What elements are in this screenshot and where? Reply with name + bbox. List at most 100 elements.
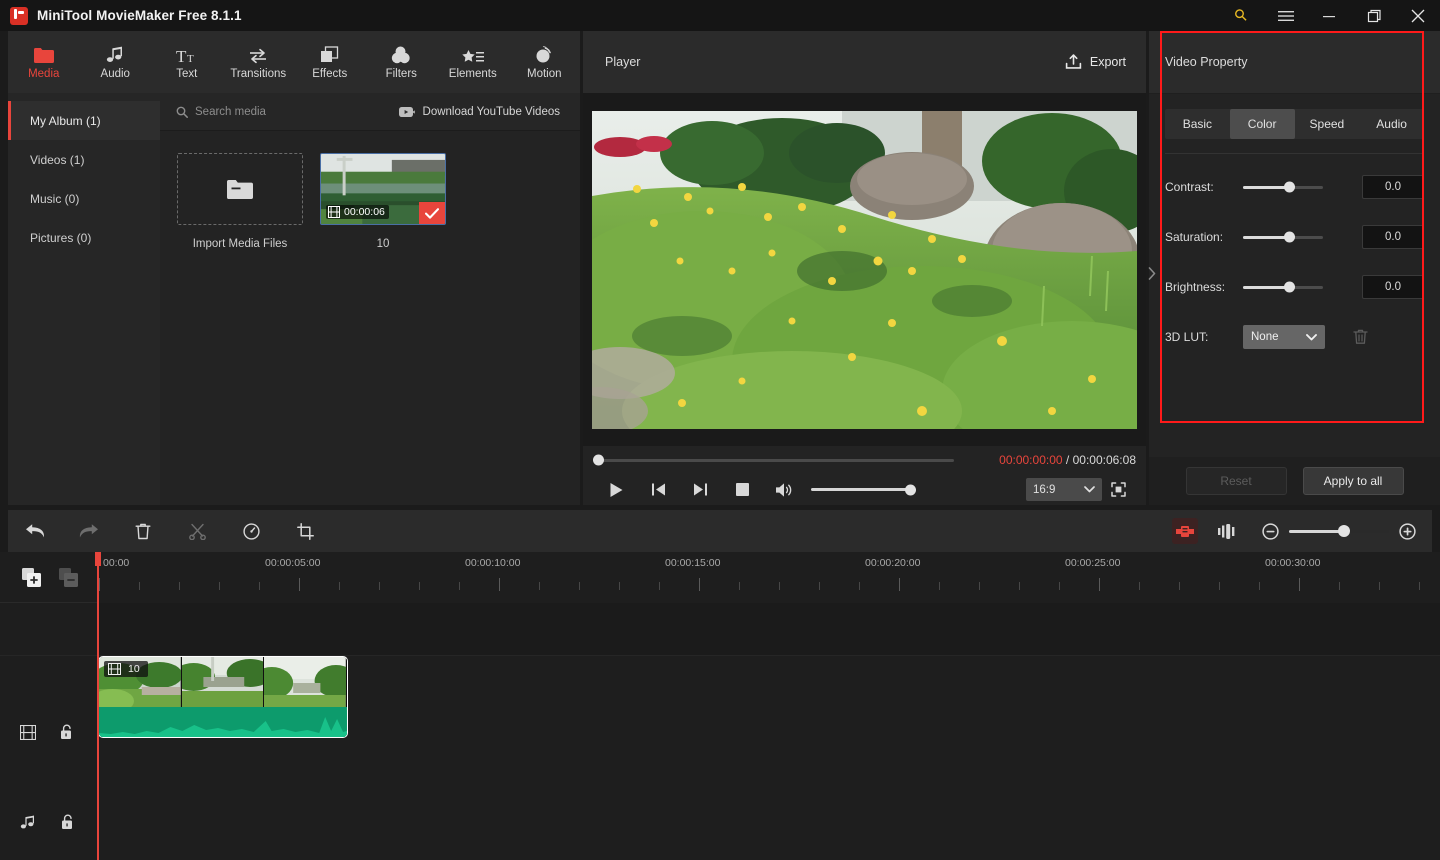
delete-lut-button[interactable]: [1353, 329, 1368, 345]
ruler-label: 00:00:15:00: [665, 557, 721, 569]
zoom-slider[interactable]: [1289, 525, 1389, 537]
audio-track-lock-button[interactable]: [61, 814, 75, 830]
video-property-panel: Video Property Basic Color Speed Audio C: [1149, 31, 1440, 505]
player-panel: Player Export 00:00:00:00 / 00:00:06:08 …: [583, 31, 1146, 505]
split-icon[interactable]: [170, 510, 224, 552]
lut-row: 3D LUT: None: [1165, 324, 1424, 350]
video-track-lock-button[interactable]: [60, 724, 74, 740]
playhead[interactable]: [97, 552, 99, 860]
brightness-row: Brightness: 0.0: [1165, 274, 1424, 300]
brightness-value[interactable]: 0.0: [1362, 275, 1424, 299]
tab-label: Filters: [385, 68, 417, 80]
aspect-ratio-select[interactable]: 16:9: [1026, 478, 1102, 501]
timecode-display: 00:00:00:00 / 00:00:06:08: [999, 453, 1136, 467]
sidebar-item-pictures[interactable]: Pictures (0): [8, 218, 160, 257]
zoom-out-button[interactable]: [1262, 522, 1279, 540]
ruler-tick-major: [299, 578, 300, 591]
contrast-value[interactable]: 0.0: [1362, 175, 1424, 199]
media-item[interactable]: 00:00:06 10: [320, 153, 446, 250]
saturation-value[interactable]: 0.0: [1362, 225, 1424, 249]
brightness-slider[interactable]: [1243, 281, 1323, 293]
tab-audio[interactable]: Audio: [1359, 109, 1424, 139]
export-button[interactable]: Export: [1065, 54, 1126, 70]
play-button[interactable]: [595, 474, 637, 505]
key-icon[interactable]: ⚲: [1220, 0, 1264, 31]
slider-fill: [1243, 235, 1289, 239]
aspect-ratio-value: 16:9: [1033, 483, 1056, 496]
stop-button[interactable]: [721, 474, 763, 505]
download-youtube-videos-button[interactable]: Download YouTube Videos: [398, 105, 560, 118]
ruler-tick-minor: [139, 582, 140, 590]
crop-icon[interactable]: [278, 510, 332, 552]
import-media-cell[interactable]: Import Media Files: [177, 153, 303, 250]
category-label: Videos (1): [30, 152, 85, 167]
ruler-label: 00:00:05:00: [265, 557, 321, 569]
seek-slider[interactable]: [593, 454, 954, 466]
next-frame-button[interactable]: [679, 474, 721, 505]
app-logo-icon: [10, 6, 28, 25]
import-media-dropzone[interactable]: [177, 153, 303, 225]
previous-frame-button[interactable]: [637, 474, 679, 505]
media-thumbnail[interactable]: 00:00:06: [320, 153, 446, 225]
empty-track-lane[interactable]: [97, 603, 1440, 655]
playhead-handle[interactable]: [95, 552, 101, 566]
slider-handle[interactable]: [1284, 281, 1295, 293]
reset-button[interactable]: Reset: [1185, 467, 1287, 495]
tab-elements[interactable]: Elements: [437, 31, 509, 93]
title-bar: MiniTool MovieMaker Free 8.1.1 ⚲: [0, 0, 1440, 31]
volume-slider[interactable]: [811, 484, 916, 495]
undo-icon[interactable]: [8, 510, 62, 552]
lut-select[interactable]: None: [1243, 325, 1325, 349]
youtube-icon: [398, 106, 415, 117]
tab-filters[interactable]: Filters: [366, 31, 438, 93]
sidebar-item-my-album[interactable]: My Album (1): [8, 101, 160, 140]
minimize-icon[interactable]: [1308, 0, 1352, 31]
audio-track-lane[interactable]: [97, 759, 1440, 860]
add-track-button[interactable]: [22, 567, 41, 587]
sidebar-item-music[interactable]: Music (0): [8, 179, 160, 218]
duration-badge: 00:00:06: [326, 205, 389, 219]
divider: [0, 602, 97, 603]
collapse-panel-button[interactable]: [1146, 262, 1158, 284]
volume-handle[interactable]: [905, 484, 916, 495]
clip-waveform: [99, 707, 347, 737]
zoom-handle[interactable]: [1338, 525, 1350, 537]
slider-handle[interactable]: [1284, 231, 1295, 243]
close-icon[interactable]: [1396, 0, 1440, 31]
tab-effects[interactable]: Effects: [294, 31, 366, 93]
redo-icon[interactable]: [62, 510, 116, 552]
tab-transitions[interactable]: Transitions: [223, 31, 295, 93]
video-preview[interactable]: [592, 110, 1137, 429]
ruler-tick-major: [1099, 578, 1100, 591]
seek-handle[interactable]: [593, 454, 604, 466]
timeline-ruler[interactable]: 00:00 00:00:05:00 00:00:10:00 00:00:15:0…: [97, 552, 1440, 602]
tab-color[interactable]: Color: [1229, 109, 1295, 139]
slider-handle[interactable]: [1284, 181, 1295, 193]
fit-to-screen-button[interactable]: [1102, 474, 1134, 505]
tab-motion[interactable]: Motion: [509, 31, 581, 93]
sidebar-item-videos[interactable]: Videos (1): [8, 140, 160, 179]
tab-speed[interactable]: Speed: [1295, 109, 1360, 139]
hamburger-menu-icon[interactable]: [1264, 0, 1308, 31]
video-preview-image: [592, 110, 1137, 429]
tab-media[interactable]: Media: [8, 31, 80, 93]
contrast-slider[interactable]: [1243, 181, 1323, 193]
maximize-icon[interactable]: [1352, 0, 1396, 31]
tab-audio[interactable]: Audio: [80, 31, 152, 93]
delete-icon[interactable]: [116, 510, 170, 552]
download-youtube-label: Download YouTube Videos: [422, 105, 560, 118]
apply-to-all-button[interactable]: Apply to all: [1302, 467, 1404, 495]
speed-icon[interactable]: [224, 510, 278, 552]
ruler-tick-minor: [379, 582, 380, 590]
zoom-in-button[interactable]: [1399, 522, 1416, 540]
tab-text[interactable]: TT Text: [151, 31, 223, 93]
remove-track-button[interactable]: [59, 567, 78, 587]
marker-icon[interactable]: [1172, 518, 1198, 544]
volume-button[interactable]: [763, 474, 805, 505]
tab-basic[interactable]: Basic: [1165, 109, 1230, 139]
search-input[interactable]: Search media: [176, 106, 266, 118]
timeline-clip[interactable]: 10: [98, 656, 348, 738]
folder-icon: [227, 179, 253, 199]
audio-detach-icon[interactable]: [1214, 518, 1240, 544]
saturation-slider[interactable]: [1243, 231, 1323, 243]
